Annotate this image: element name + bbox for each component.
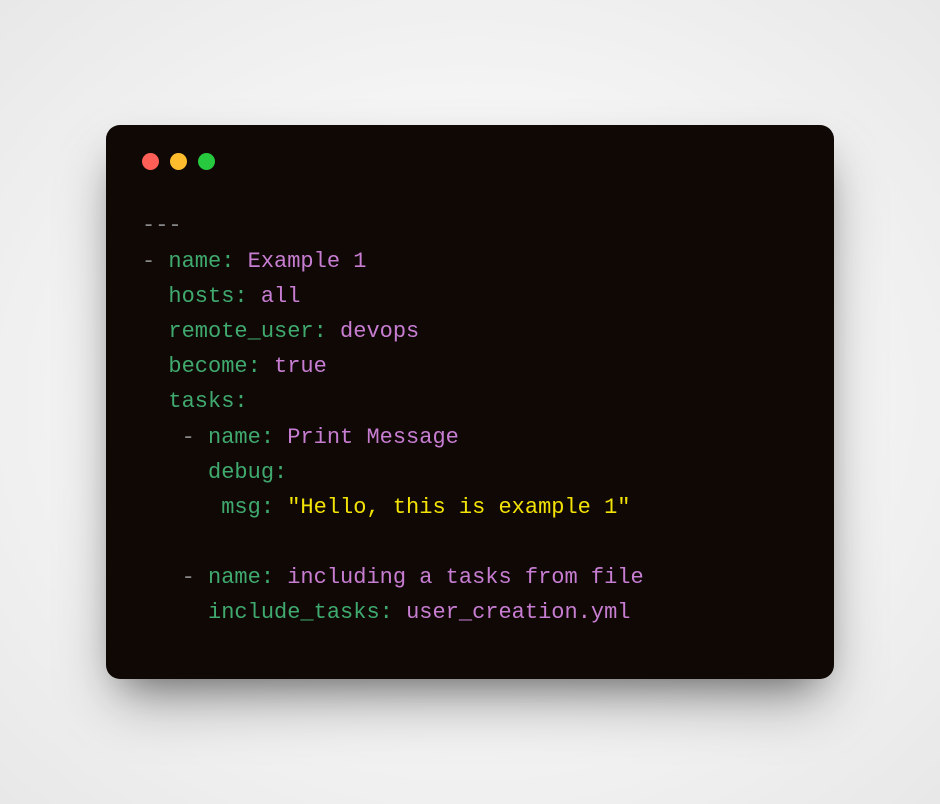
terminal-window: --- - name: Example 1 hosts: all remote_… bbox=[106, 125, 834, 678]
val-become: true bbox=[274, 354, 327, 379]
key-hosts: hosts: bbox=[168, 284, 247, 309]
task2-val-include: user_creation.yml bbox=[406, 600, 630, 625]
task1-key-debug: debug: bbox=[208, 460, 287, 485]
key-tasks: tasks: bbox=[168, 389, 247, 414]
task2-key-include: include_tasks: bbox=[208, 600, 393, 625]
val-name-num: 1 bbox=[353, 249, 366, 274]
task2-val-name: including a tasks from file bbox=[287, 565, 643, 590]
key-remote-user: remote_user: bbox=[168, 319, 326, 344]
val-remote-user: devops bbox=[340, 319, 419, 344]
code-block: --- - name: Example 1 hosts: all remote_… bbox=[142, 208, 798, 630]
task2-key-name: name: bbox=[208, 565, 274, 590]
dash-icon: - bbox=[142, 249, 168, 274]
close-icon[interactable] bbox=[142, 153, 159, 170]
task1-val-name: Print Message bbox=[287, 425, 459, 450]
dash-icon: - bbox=[182, 565, 208, 590]
maximize-icon[interactable] bbox=[198, 153, 215, 170]
window-controls bbox=[142, 153, 798, 170]
task1-key-name: name: bbox=[208, 425, 274, 450]
val-name: Example bbox=[248, 249, 354, 274]
minimize-icon[interactable] bbox=[170, 153, 187, 170]
val-hosts: all bbox=[261, 284, 301, 309]
task1-key-msg: msg: bbox=[221, 495, 274, 520]
task1-val-msg: "Hello, this is example 1" bbox=[287, 495, 630, 520]
key-name: name: bbox=[168, 249, 234, 274]
dash-icon: - bbox=[182, 425, 208, 450]
key-become: become: bbox=[168, 354, 260, 379]
yaml-doc-start: --- bbox=[142, 213, 182, 238]
